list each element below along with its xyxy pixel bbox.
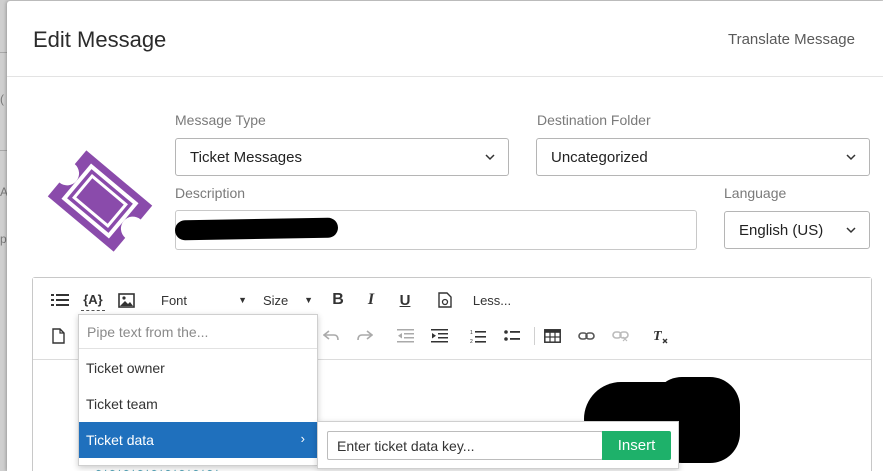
dialog-header: Edit Message Translate Message bbox=[7, 1, 883, 77]
insert-button[interactable]: Insert bbox=[602, 431, 671, 460]
menu-item-ticket-owner[interactable]: Ticket owner bbox=[79, 350, 317, 386]
table-icon[interactable] bbox=[541, 325, 563, 347]
backdrop-text: p bbox=[0, 232, 7, 246]
redo-icon[interactable] bbox=[354, 325, 376, 347]
font-select[interactable]: Font ▼ bbox=[161, 289, 251, 311]
underline-icon[interactable]: U bbox=[394, 289, 416, 311]
ticket-data-key-input[interactable]: Enter ticket data key... bbox=[327, 431, 603, 460]
message-type-select[interactable]: Ticket Messages bbox=[175, 138, 509, 176]
caret-down-icon: ▼ bbox=[238, 295, 247, 305]
translate-message-link[interactable]: Translate Message bbox=[728, 31, 855, 48]
chevron-down-icon bbox=[485, 154, 495, 161]
italic-icon[interactable]: I bbox=[360, 289, 382, 311]
outdent-icon[interactable] bbox=[394, 325, 416, 347]
less-button[interactable]: Less... bbox=[469, 289, 515, 311]
ticket-icon bbox=[47, 150, 153, 252]
unlink-icon[interactable] bbox=[609, 325, 631, 347]
destination-folder-select[interactable]: Uncategorized bbox=[536, 138, 870, 176]
list-icon[interactable] bbox=[49, 289, 71, 311]
menu-item-label: Ticket data bbox=[86, 432, 154, 448]
caret-down-icon: ▼ bbox=[304, 295, 313, 305]
svg-text:T: T bbox=[653, 329, 663, 344]
chevron-down-icon bbox=[846, 154, 856, 161]
source-icon[interactable] bbox=[434, 289, 456, 311]
language-label: Language bbox=[724, 185, 787, 201]
menu-item-label: Ticket owner bbox=[86, 360, 165, 376]
clear-formatting-icon[interactable]: T bbox=[649, 325, 671, 347]
description-label: Description bbox=[175, 185, 246, 201]
language-select[interactable]: English (US) bbox=[724, 211, 870, 249]
bulleted-list-icon[interactable] bbox=[501, 325, 523, 347]
toolbar-divider bbox=[534, 327, 535, 345]
menu-item-ticket-team[interactable]: Ticket team bbox=[79, 386, 317, 422]
link-icon[interactable] bbox=[575, 325, 597, 347]
size-label: Size bbox=[263, 292, 289, 308]
dialog-title: Edit Message bbox=[33, 27, 167, 52]
piped-text-search-input[interactable]: Pipe text from the... bbox=[79, 315, 317, 349]
font-label: Font bbox=[161, 292, 188, 308]
image-icon[interactable] bbox=[115, 289, 137, 311]
language-value: English (US) bbox=[739, 221, 824, 239]
undo-icon[interactable] bbox=[320, 325, 342, 347]
message-type-label: Message Type bbox=[175, 112, 266, 128]
numbered-list-icon[interactable]: 12 bbox=[467, 325, 489, 347]
svg-text:2: 2 bbox=[470, 339, 473, 344]
bold-icon[interactable]: B bbox=[327, 289, 349, 311]
document-icon[interactable] bbox=[47, 325, 69, 347]
message-type-value: Ticket Messages bbox=[190, 148, 302, 166]
piped-text-icon[interactable]: {A} bbox=[81, 289, 105, 311]
chevron-right-icon: › bbox=[300, 431, 305, 446]
ticket-data-submenu: Enter ticket data key... Insert bbox=[317, 421, 679, 469]
piped-text-menu: Pipe text from the... Ticket owner Ticke… bbox=[78, 314, 318, 466]
redaction-mark bbox=[174, 217, 339, 241]
destination-folder-value: Uncategorized bbox=[551, 148, 648, 166]
size-select[interactable]: Size ▼ bbox=[263, 289, 315, 311]
menu-item-ticket-data[interactable]: Ticket data › bbox=[79, 422, 317, 458]
svg-text:1: 1 bbox=[470, 330, 473, 336]
backdrop-text: ( bbox=[0, 92, 4, 106]
destination-folder-label: Destination Folder bbox=[537, 112, 651, 128]
indent-icon[interactable] bbox=[428, 325, 450, 347]
menu-item-label: Ticket team bbox=[86, 396, 158, 412]
chevron-down-icon bbox=[846, 227, 856, 234]
